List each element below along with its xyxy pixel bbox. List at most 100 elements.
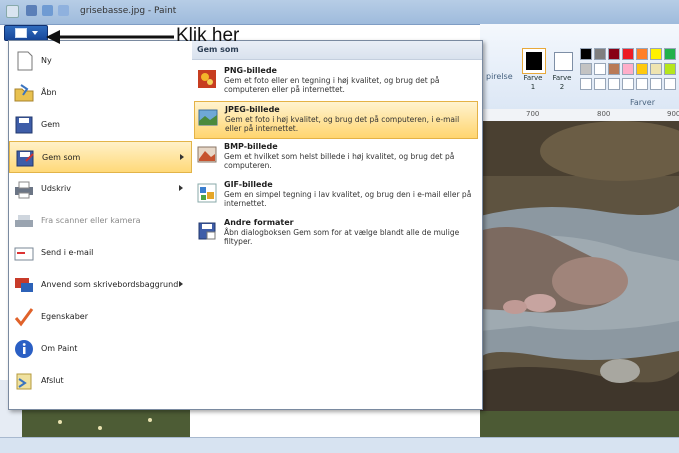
paint-menu-icon: [15, 28, 27, 38]
png-icon: [198, 70, 216, 88]
color1-label-b: 1: [530, 83, 536, 91]
submenu-item-title: Andre formater: [224, 218, 294, 227]
palette-empty-slot[interactable]: [636, 78, 648, 90]
menu-item-print[interactable]: Udskriv: [9, 173, 192, 205]
palette-color[interactable]: [622, 48, 634, 60]
menu-commands: Ny Åbn Gem Gem som Udskriv Fra scanner e…: [9, 41, 193, 409]
redo-icon[interactable]: [58, 5, 69, 16]
gif-icon: [197, 183, 217, 203]
save-icon[interactable]: [26, 5, 37, 16]
save-as-png[interactable]: PNG-billede Gem et foto eller en tegning…: [194, 63, 478, 101]
ribbon: pirelse Farve 1 Farve 2 Farver: [480, 24, 679, 110]
palette-empty-slot[interactable]: [664, 78, 676, 90]
save-as-other-formats[interactable]: Andre formater Åbn dialogboksen Gem som …: [194, 215, 478, 253]
color1-button[interactable]: [522, 48, 546, 74]
menu-item-label: Anvend som skrivebordsbaggrund: [41, 280, 179, 289]
menu-item-label: Gem: [41, 120, 60, 129]
annotation-arrow: [46, 30, 174, 44]
menu-item-new[interactable]: Ny: [9, 45, 192, 77]
color2-button[interactable]: [554, 52, 573, 71]
palette-color[interactable]: [650, 48, 662, 60]
menu-item-wallpaper[interactable]: Anvend som skrivebordsbaggrund: [9, 269, 192, 301]
ruler-mark: 700: [526, 110, 540, 118]
menu-item-email[interactable]: Send i e-mail: [9, 237, 192, 269]
printer-icon: [15, 181, 33, 199]
submenu-item-title: BMP-billede: [224, 142, 278, 151]
palette-empty-slot[interactable]: [622, 78, 634, 90]
photo-drawing: [480, 121, 679, 437]
folder-icon: [14, 84, 34, 102]
palette-empty-slot[interactable]: [594, 78, 606, 90]
menu-item-scanner[interactable]: Fra scanner eller kamera: [9, 205, 192, 237]
save-as-icon: [16, 150, 34, 167]
jpeg-icon: [198, 109, 218, 126]
ribbon-partial-label: pirelse: [486, 72, 513, 81]
other-formats-icon: [198, 222, 216, 240]
save-as-gif[interactable]: GIF-billede Gem en simpel tegning i lav …: [194, 177, 478, 215]
palette-color[interactable]: [650, 63, 662, 75]
menu-item-label: Send i e-mail: [41, 248, 94, 257]
menu-item-label: Om Paint: [41, 344, 78, 353]
palette-color[interactable]: [580, 48, 592, 60]
palette-color[interactable]: [608, 48, 620, 60]
window-title: grisebasse.jpg - Paint: [80, 6, 177, 16]
submenu-item-desc: Åbn dialogboksen Gem som for at vælge bl…: [224, 228, 460, 246]
menu-item-exit[interactable]: Afslut: [9, 365, 192, 397]
canvas-image[interactable]: [480, 121, 679, 437]
menu-item-label: Gem som: [42, 153, 81, 162]
menu-item-about[interactable]: Om Paint: [9, 333, 192, 365]
palette-color[interactable]: [622, 63, 634, 75]
palette-empty-slot[interactable]: [580, 78, 592, 90]
bmp-icon: [197, 146, 217, 163]
chevron-down-icon: [32, 31, 38, 35]
palette-color[interactable]: [580, 63, 592, 75]
menu-item-label: Fra scanner eller kamera: [41, 216, 141, 225]
chevron-right-icon: [180, 154, 184, 160]
colors-group-label: Farver: [630, 98, 656, 107]
app-icon: [6, 5, 19, 18]
exit-icon: [16, 373, 32, 390]
save-as-bmp[interactable]: BMP-billede Gem et hvilket som helst bil…: [194, 139, 478, 177]
annotation-text: Klik her: [176, 25, 240, 46]
palette-color[interactable]: [594, 48, 606, 60]
info-icon: [15, 340, 33, 358]
new-document-icon: [17, 51, 33, 71]
title-bar: grisebasse.jpg - Paint: [0, 0, 679, 25]
submenu-item-title: JPEG-billede: [225, 105, 280, 114]
submenu-item-desc: Gem et foto eller en tegning i høj kvali…: [224, 76, 440, 94]
color2-swatch: [558, 56, 569, 67]
menu-item-properties[interactable]: Egenskaber: [9, 301, 192, 333]
ruler-mark: 800: [597, 110, 611, 118]
menu-item-label: Udskriv: [41, 184, 71, 193]
submenu-item-desc: Gem en simpel tegning i lav kvalitet, og…: [224, 190, 472, 208]
submenu-item-title: PNG-billede: [224, 66, 277, 75]
application-menu: Ny Åbn Gem Gem som Udskriv Fra scanner e…: [8, 40, 483, 410]
save-as-submenu: Gem som PNG-billede Gem et foto eller en…: [192, 41, 482, 409]
checkmark-icon: [14, 308, 34, 327]
palette-empty-slot[interactable]: [650, 78, 662, 90]
palette-color[interactable]: [664, 63, 676, 75]
submenu-item-desc: Gem et foto i høj kvalitet, og brug det …: [225, 115, 460, 133]
palette-color[interactable]: [636, 63, 648, 75]
menu-item-label: Egenskaber: [41, 312, 88, 321]
color2-label-a: Farve: [552, 74, 572, 82]
submenu-item-desc: Gem et hvilket som helst billede i høj k…: [224, 152, 455, 170]
color1-label-a: Farve: [523, 74, 543, 82]
palette-color[interactable]: [594, 63, 606, 75]
palette-color[interactable]: [608, 63, 620, 75]
palette-empty-slot[interactable]: [608, 78, 620, 90]
paint-menu-button[interactable]: [4, 25, 48, 41]
palette-color[interactable]: [664, 48, 676, 60]
palette-color[interactable]: [636, 48, 648, 60]
menu-item-save[interactable]: Gem: [9, 109, 192, 141]
chevron-right-icon: [179, 281, 183, 287]
undo-icon[interactable]: [42, 5, 53, 16]
menu-item-label: Afslut: [41, 376, 64, 385]
color2-label-b: 2: [559, 83, 565, 91]
chevron-right-icon: [179, 185, 183, 191]
save-as-jpeg[interactable]: JPEG-billede Gem et foto i høj kvalitet,…: [194, 101, 478, 139]
status-bar: [0, 437, 679, 453]
menu-item-save-as[interactable]: Gem som: [9, 141, 192, 173]
menu-item-open[interactable]: Åbn: [9, 77, 192, 109]
ruler-mark: 900: [667, 110, 679, 118]
